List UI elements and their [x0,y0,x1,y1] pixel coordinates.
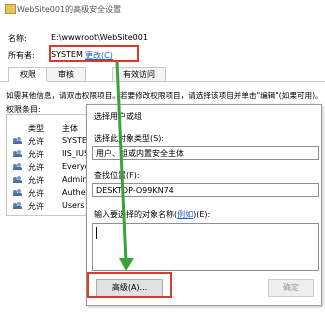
arrow-head [119,258,134,271]
annotation-arrow [115,61,134,271]
arrow-shaft [115,61,128,263]
